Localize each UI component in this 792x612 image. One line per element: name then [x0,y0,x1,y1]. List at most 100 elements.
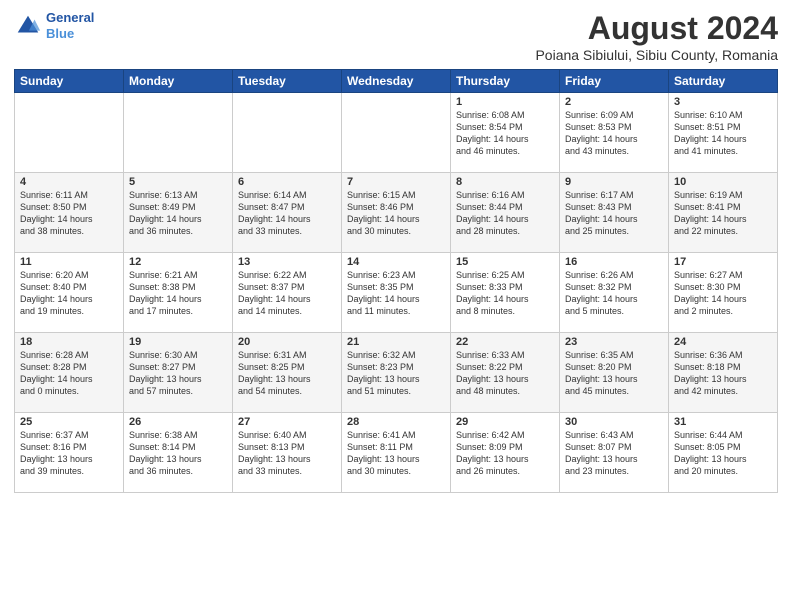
calendar-week-5: 25Sunrise: 6:37 AM Sunset: 8:16 PM Dayli… [15,413,778,493]
day-info: Sunrise: 6:30 AM Sunset: 8:27 PM Dayligh… [129,349,227,398]
day-number: 4 [20,176,118,188]
day-info: Sunrise: 6:23 AM Sunset: 8:35 PM Dayligh… [347,269,445,318]
day-info: Sunrise: 6:08 AM Sunset: 8:54 PM Dayligh… [456,109,554,158]
calendar-cell: 16Sunrise: 6:26 AM Sunset: 8:32 PM Dayli… [560,253,669,333]
day-info: Sunrise: 6:14 AM Sunset: 8:47 PM Dayligh… [238,189,336,238]
calendar-cell: 12Sunrise: 6:21 AM Sunset: 8:38 PM Dayli… [124,253,233,333]
title-block: August 2024 Poiana Sibiului, Sibiu Count… [535,10,778,63]
calendar-cell: 6Sunrise: 6:14 AM Sunset: 8:47 PM Daylig… [233,173,342,253]
day-number: 3 [674,96,772,108]
calendar-cell: 31Sunrise: 6:44 AM Sunset: 8:05 PM Dayli… [669,413,778,493]
col-header-thursday: Thursday [451,70,560,93]
day-number: 26 [129,416,227,428]
day-number: 11 [20,256,118,268]
calendar-cell: 1Sunrise: 6:08 AM Sunset: 8:54 PM Daylig… [451,93,560,173]
col-header-sunday: Sunday [15,70,124,93]
day-number: 7 [347,176,445,188]
day-info: Sunrise: 6:09 AM Sunset: 8:53 PM Dayligh… [565,109,663,158]
day-number: 14 [347,256,445,268]
day-info: Sunrise: 6:11 AM Sunset: 8:50 PM Dayligh… [20,189,118,238]
day-info: Sunrise: 6:43 AM Sunset: 8:07 PM Dayligh… [565,429,663,478]
day-number: 6 [238,176,336,188]
calendar-cell: 28Sunrise: 6:41 AM Sunset: 8:11 PM Dayli… [342,413,451,493]
day-info: Sunrise: 6:44 AM Sunset: 8:05 PM Dayligh… [674,429,772,478]
calendar-cell: 19Sunrise: 6:30 AM Sunset: 8:27 PM Dayli… [124,333,233,413]
day-number: 22 [456,336,554,348]
calendar-cell: 4Sunrise: 6:11 AM Sunset: 8:50 PM Daylig… [15,173,124,253]
day-info: Sunrise: 6:26 AM Sunset: 8:32 PM Dayligh… [565,269,663,318]
calendar-cell [15,93,124,173]
calendar-cell: 18Sunrise: 6:28 AM Sunset: 8:28 PM Dayli… [15,333,124,413]
day-info: Sunrise: 6:25 AM Sunset: 8:33 PM Dayligh… [456,269,554,318]
day-info: Sunrise: 6:37 AM Sunset: 8:16 PM Dayligh… [20,429,118,478]
day-info: Sunrise: 6:15 AM Sunset: 8:46 PM Dayligh… [347,189,445,238]
day-number: 29 [456,416,554,428]
day-number: 31 [674,416,772,428]
calendar-cell: 30Sunrise: 6:43 AM Sunset: 8:07 PM Dayli… [560,413,669,493]
day-number: 9 [565,176,663,188]
day-number: 8 [456,176,554,188]
day-info: Sunrise: 6:21 AM Sunset: 8:38 PM Dayligh… [129,269,227,318]
col-header-saturday: Saturday [669,70,778,93]
calendar-cell: 20Sunrise: 6:31 AM Sunset: 8:25 PM Dayli… [233,333,342,413]
calendar-week-4: 18Sunrise: 6:28 AM Sunset: 8:28 PM Dayli… [15,333,778,413]
col-header-wednesday: Wednesday [342,70,451,93]
day-info: Sunrise: 6:32 AM Sunset: 8:23 PM Dayligh… [347,349,445,398]
day-info: Sunrise: 6:19 AM Sunset: 8:41 PM Dayligh… [674,189,772,238]
day-info: Sunrise: 6:35 AM Sunset: 8:20 PM Dayligh… [565,349,663,398]
day-info: Sunrise: 6:42 AM Sunset: 8:09 PM Dayligh… [456,429,554,478]
logo-text: General Blue [46,10,94,41]
day-info: Sunrise: 6:36 AM Sunset: 8:18 PM Dayligh… [674,349,772,398]
day-info: Sunrise: 6:22 AM Sunset: 8:37 PM Dayligh… [238,269,336,318]
calendar-cell [342,93,451,173]
col-header-friday: Friday [560,70,669,93]
calendar-cell: 17Sunrise: 6:27 AM Sunset: 8:30 PM Dayli… [669,253,778,333]
day-info: Sunrise: 6:33 AM Sunset: 8:22 PM Dayligh… [456,349,554,398]
day-number: 17 [674,256,772,268]
day-info: Sunrise: 6:31 AM Sunset: 8:25 PM Dayligh… [238,349,336,398]
day-number: 30 [565,416,663,428]
day-number: 24 [674,336,772,348]
header: General Blue August 2024 Poiana Sibiului… [14,10,778,63]
calendar-cell: 27Sunrise: 6:40 AM Sunset: 8:13 PM Dayli… [233,413,342,493]
logo: General Blue [14,10,94,41]
day-number: 13 [238,256,336,268]
calendar-cell: 21Sunrise: 6:32 AM Sunset: 8:23 PM Dayli… [342,333,451,413]
calendar: SundayMondayTuesdayWednesdayThursdayFrid… [14,69,778,493]
day-number: 16 [565,256,663,268]
day-number: 23 [565,336,663,348]
calendar-cell: 24Sunrise: 6:36 AM Sunset: 8:18 PM Dayli… [669,333,778,413]
day-number: 19 [129,336,227,348]
calendar-cell: 10Sunrise: 6:19 AM Sunset: 8:41 PM Dayli… [669,173,778,253]
calendar-week-2: 4Sunrise: 6:11 AM Sunset: 8:50 PM Daylig… [15,173,778,253]
calendar-cell: 26Sunrise: 6:38 AM Sunset: 8:14 PM Dayli… [124,413,233,493]
calendar-cell: 7Sunrise: 6:15 AM Sunset: 8:46 PM Daylig… [342,173,451,253]
day-number: 2 [565,96,663,108]
day-number: 1 [456,96,554,108]
calendar-header-row: SundayMondayTuesdayWednesdayThursdayFrid… [15,70,778,93]
page: General Blue August 2024 Poiana Sibiului… [0,0,792,612]
calendar-week-3: 11Sunrise: 6:20 AM Sunset: 8:40 PM Dayli… [15,253,778,333]
calendar-cell: 2Sunrise: 6:09 AM Sunset: 8:53 PM Daylig… [560,93,669,173]
calendar-cell: 13Sunrise: 6:22 AM Sunset: 8:37 PM Dayli… [233,253,342,333]
day-info: Sunrise: 6:41 AM Sunset: 8:11 PM Dayligh… [347,429,445,478]
day-info: Sunrise: 6:28 AM Sunset: 8:28 PM Dayligh… [20,349,118,398]
day-number: 21 [347,336,445,348]
calendar-cell: 9Sunrise: 6:17 AM Sunset: 8:43 PM Daylig… [560,173,669,253]
day-info: Sunrise: 6:20 AM Sunset: 8:40 PM Dayligh… [20,269,118,318]
calendar-cell: 22Sunrise: 6:33 AM Sunset: 8:22 PM Dayli… [451,333,560,413]
day-info: Sunrise: 6:38 AM Sunset: 8:14 PM Dayligh… [129,429,227,478]
calendar-cell: 15Sunrise: 6:25 AM Sunset: 8:33 PM Dayli… [451,253,560,333]
day-number: 10 [674,176,772,188]
day-info: Sunrise: 6:13 AM Sunset: 8:49 PM Dayligh… [129,189,227,238]
calendar-cell: 14Sunrise: 6:23 AM Sunset: 8:35 PM Dayli… [342,253,451,333]
day-info: Sunrise: 6:10 AM Sunset: 8:51 PM Dayligh… [674,109,772,158]
day-number: 28 [347,416,445,428]
day-info: Sunrise: 6:16 AM Sunset: 8:44 PM Dayligh… [456,189,554,238]
day-number: 15 [456,256,554,268]
day-info: Sunrise: 6:40 AM Sunset: 8:13 PM Dayligh… [238,429,336,478]
col-header-tuesday: Tuesday [233,70,342,93]
calendar-cell: 8Sunrise: 6:16 AM Sunset: 8:44 PM Daylig… [451,173,560,253]
day-info: Sunrise: 6:17 AM Sunset: 8:43 PM Dayligh… [565,189,663,238]
calendar-cell: 23Sunrise: 6:35 AM Sunset: 8:20 PM Dayli… [560,333,669,413]
